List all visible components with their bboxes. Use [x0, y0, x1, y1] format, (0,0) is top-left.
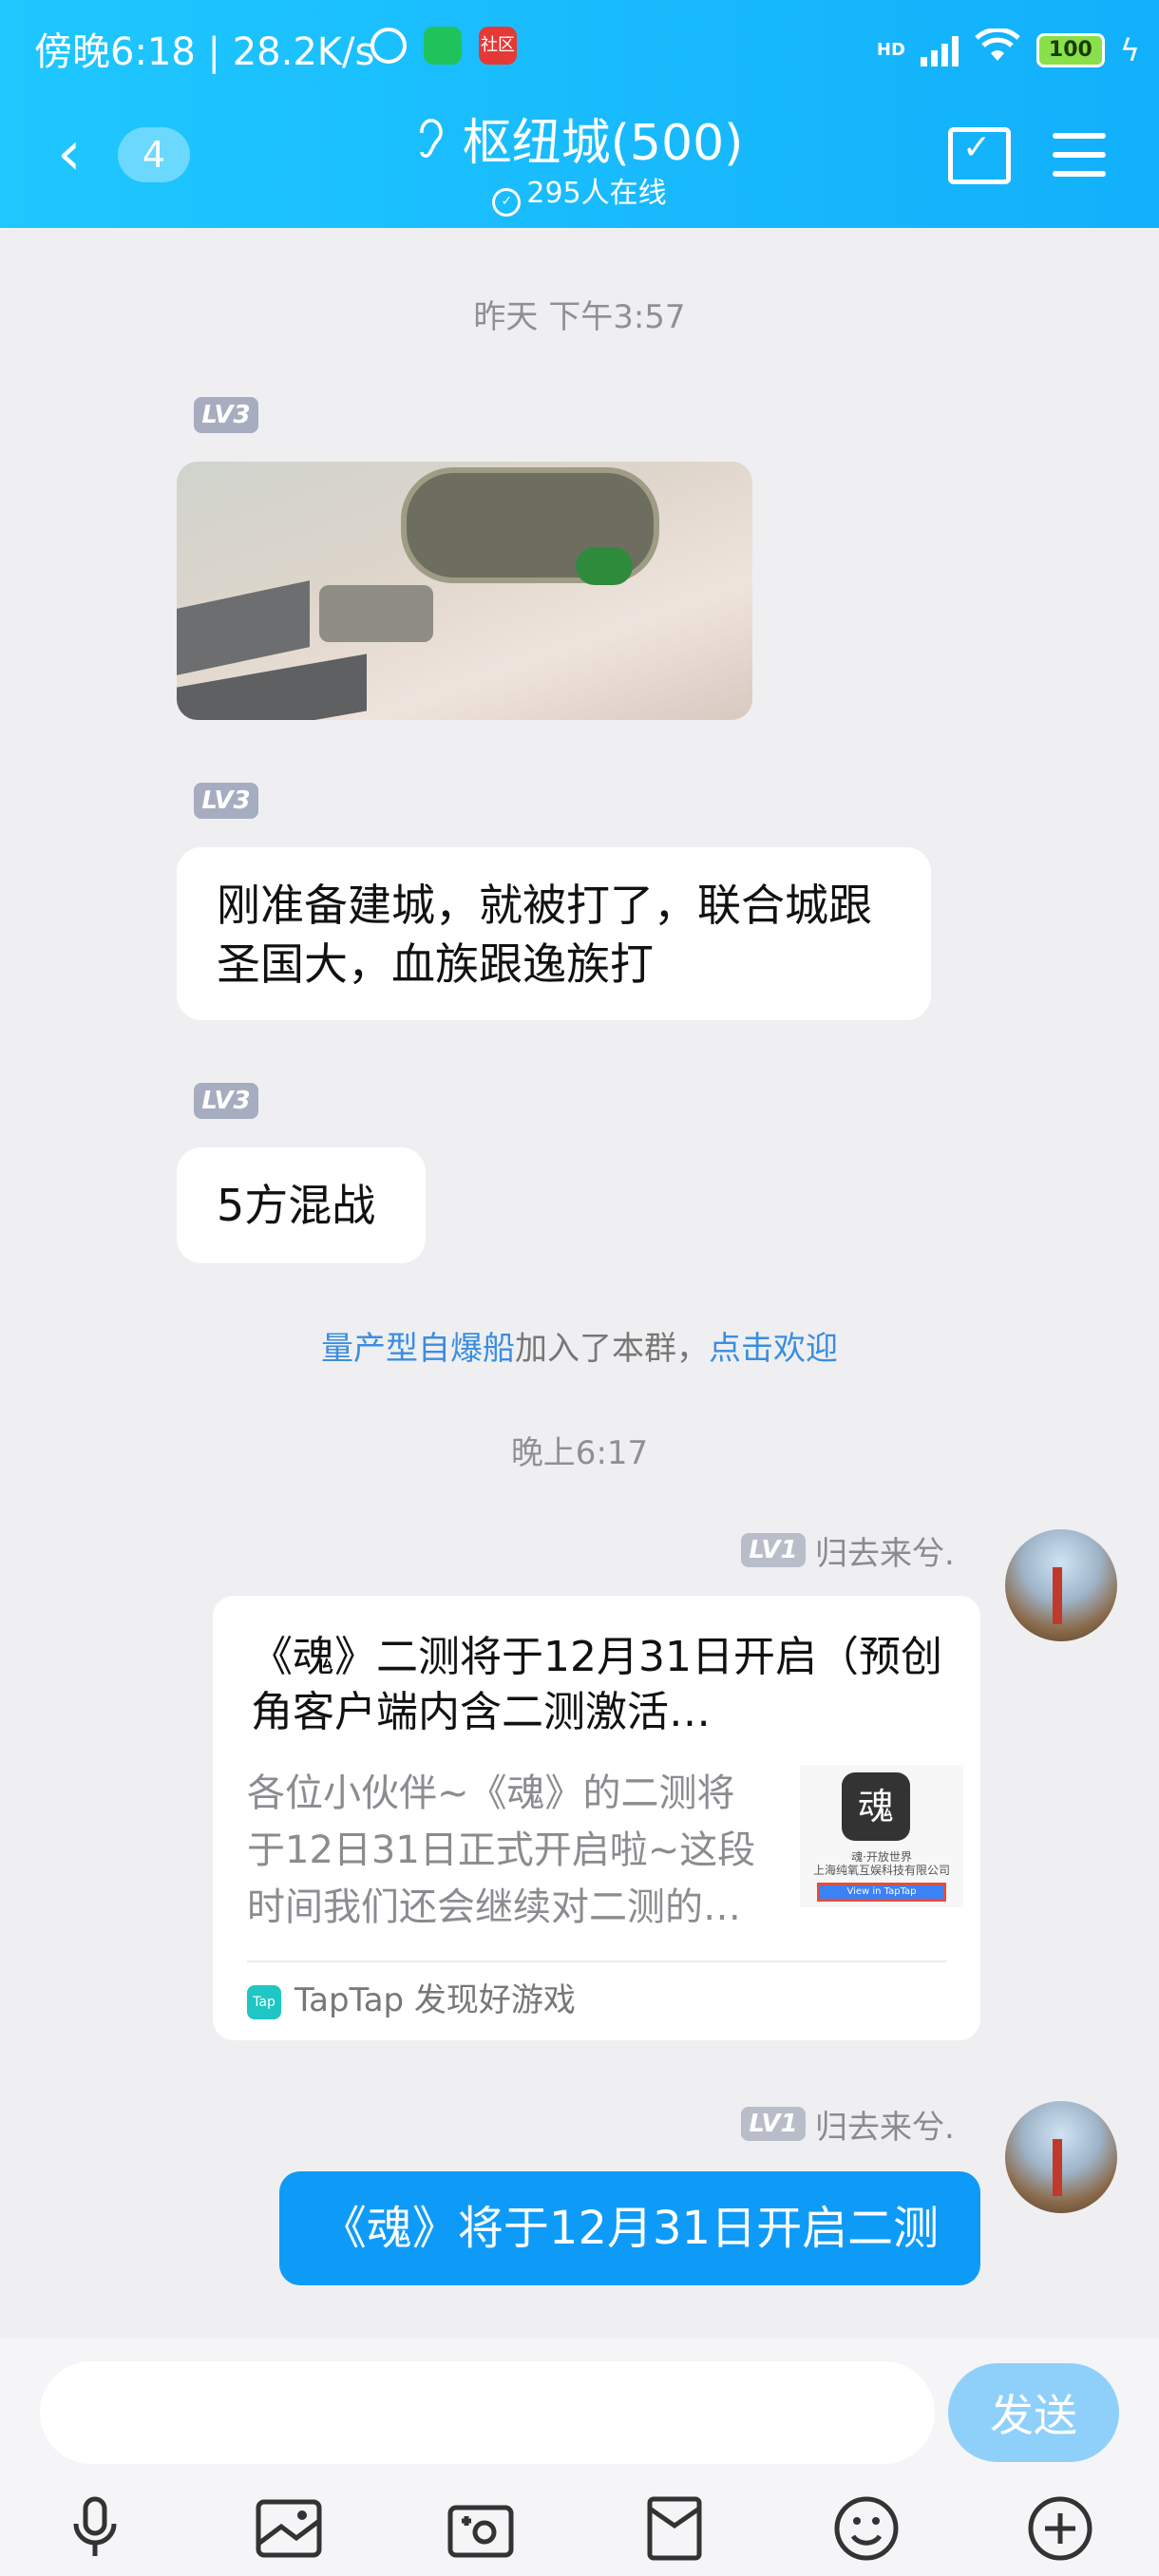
image-road — [177, 580, 310, 675]
online-check-icon: ✓ — [492, 188, 522, 217]
ear-icon — [416, 118, 445, 169]
thumb-caption-2: 上海纯氧互娱科技有限公司 — [812, 1864, 950, 1877]
chat-header: 傍晚6:18 | 28.2K/s 社区 HD 100 ϟ ‹ 4 枢纽城(500… — [0, 0, 1159, 228]
level-badge: LV1 — [741, 2107, 806, 2141]
text-message[interactable]: 刚准备建城，就被打了，联合城跟圣国大，血族跟逸族打 — [177, 847, 931, 1020]
card-description: 各位小伙伴~《魂》的二测将于12日31日正式开启啦~这段时间我们还会继续对二测的… — [247, 1771, 756, 1929]
level-badge: LV3 — [194, 397, 258, 433]
red-packet-icon[interactable] — [636, 2491, 712, 2567]
taptap-icon: Tap — [247, 1984, 281, 2019]
level-badge: LV3 — [194, 783, 258, 819]
level-badge: LV3 — [194, 1083, 258, 1119]
thumb-view-button: View in TapTap — [817, 1883, 946, 1902]
signal-icon — [920, 34, 959, 66]
hd-label: HD — [876, 40, 905, 60]
card-title: 《魂》二测将于12月31日开启（预创角客户端内含二测激活… — [251, 1633, 942, 1736]
status-right-icons: HD 100 ϟ — [876, 27, 1140, 71]
group-name: 枢纽城(500) — [462, 115, 744, 172]
system-text: 加入了本群， — [515, 1330, 709, 1368]
text-message[interactable]: 5方混战 — [177, 1147, 426, 1263]
game-logo: 魂 — [842, 1772, 910, 1841]
image-debris — [319, 585, 433, 642]
system-join-notice: 量产型自爆船加入了本群，点击欢迎 — [0, 1322, 1159, 1369]
sender-name[interactable]: 归去来兮. — [815, 1527, 955, 1574]
input-bar: 发送 — [0, 2339, 1159, 2576]
card-divider — [247, 1960, 946, 1962]
share-card-message[interactable]: 《魂》二测将于12月31日开启（预创角客户端内含二测激活… 各位小伙伴~《魂》的… — [213, 1596, 980, 2040]
status-time-speed: 傍晚6:18 | 28.2K/s — [34, 30, 375, 74]
timestamp: 晚上6:17 — [510, 1434, 649, 1472]
card-thumbnail: 魂 魂·开放世界 上海纯氧互娱科技有限公司 View in TapTap — [800, 1765, 963, 1907]
thumb-caption: 魂·开放世界 上海纯氧互娱科技有限公司 — [800, 1850, 963, 1877]
image-plant — [576, 547, 633, 585]
picture-icon[interactable] — [251, 2491, 327, 2567]
menu-icon[interactable] — [1053, 133, 1106, 190]
wechat-icon — [424, 27, 462, 65]
message-input[interactable] — [40, 2361, 935, 2464]
text-message[interactable]: 《魂》将于12月31日开启二测 — [279, 2171, 980, 2285]
sender-name[interactable]: 归去来兮. — [815, 2101, 955, 2148]
charging-icon: ϟ — [1119, 31, 1140, 68]
avatar[interactable] — [1005, 2101, 1117, 2213]
mic-icon[interactable] — [57, 2491, 133, 2567]
timestamp: 昨天 下午3:57 — [473, 298, 686, 336]
level-badge: LV1 — [741, 1533, 806, 1567]
image-message[interactable] — [177, 462, 752, 720]
thumb-caption-1: 魂·开放世界 — [851, 1850, 912, 1864]
shequ-icon: 社区 — [479, 27, 517, 65]
wifi-icon — [974, 27, 1021, 71]
camera-icon[interactable] — [443, 2491, 519, 2567]
input-toolbar — [0, 2491, 1159, 2576]
emoji-icon[interactable] — [828, 2491, 904, 2567]
online-text: 295人在线 — [526, 177, 667, 210]
card-source-text: TapTap 发现好游戏 — [294, 1981, 576, 2019]
alarm-icon — [370, 28, 407, 64]
joined-user-link[interactable]: 量产型自爆船 — [321, 1330, 515, 1368]
welcome-link[interactable]: 点击欢迎 — [709, 1330, 838, 1368]
status-left-icons: 社区 — [370, 27, 517, 65]
battery-icon: 100 — [1036, 32, 1105, 67]
send-button[interactable]: 发送 — [948, 2363, 1119, 2462]
card-source: Tap TapTap 发现好游戏 — [247, 1978, 576, 2023]
calendar-check-icon[interactable] — [948, 127, 1011, 184]
plus-icon[interactable] — [1022, 2491, 1098, 2567]
avatar[interactable] — [1005, 1529, 1117, 1641]
